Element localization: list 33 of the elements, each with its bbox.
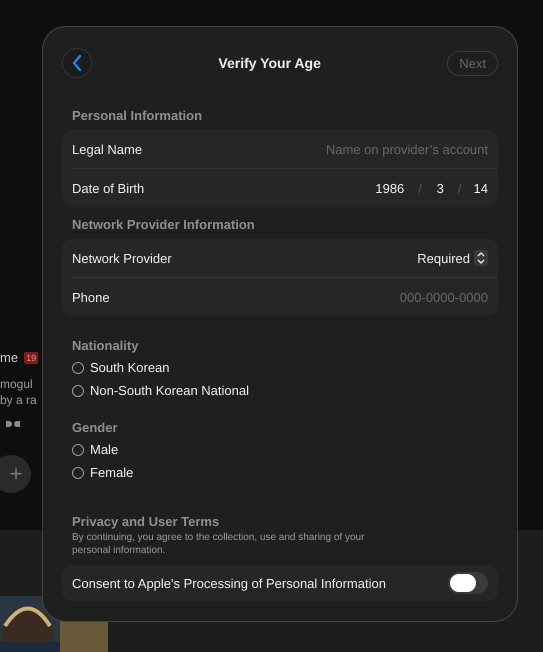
radio-option[interactable]: Non-South Korean National [72,383,498,398]
consent-label: Consent to Apple's Processing of Personal Information [72,576,386,590]
show-description: by a ra [0,392,37,408]
toggle-switch[interactable] [448,572,488,594]
input-field[interactable]: Name on provider’s account [268,142,488,156]
field-label: Date of Birth [72,180,144,196]
dialog-title: Verify Your Age [218,55,321,71]
field-label: Legal Name [72,142,142,156]
section-heading: Network Provider Information [72,217,256,232]
date-separator: / [418,180,422,196]
year-field[interactable]: 1986 [375,180,404,196]
month-field[interactable]: 3 [434,180,444,196]
section-heading: Gender [72,420,119,435]
back-button[interactable] [62,48,92,78]
privacy-note: By continuing, you agree to the collection, use and sharing of your personal information. [72,531,366,557]
radio-option[interactable]: South Korean [72,360,498,375]
rating-badge: 19 [24,352,38,364]
section-heading: Privacy and User Terms [72,514,220,529]
date-separator: / [458,180,462,196]
radio-option[interactable]: Male [72,442,498,457]
radio-option[interactable]: Female [72,465,498,480]
show-description: mogul [0,376,34,392]
section-heading: Personal Information [72,108,204,123]
input-field[interactable]: 000-0000-0000 [268,290,488,304]
section-heading: Nationality [72,338,140,353]
field-label: Network Provider [72,250,172,266]
provider-popup[interactable]: Required [417,250,488,266]
back-icon [72,55,82,71]
chevron-icon [474,250,488,266]
field-label: Phone [72,290,110,304]
day-field[interactable]: 14 [474,180,488,196]
show-title: me [0,350,18,365]
dolby-logo-icon [6,421,20,427]
